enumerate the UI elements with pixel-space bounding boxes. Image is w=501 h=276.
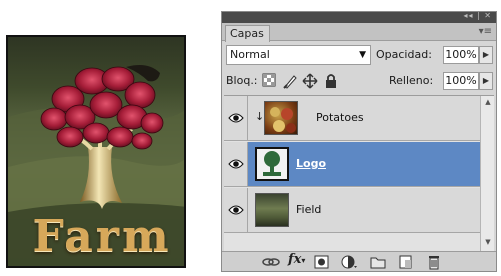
panel-menu-icon[interactable]: ▾≡	[479, 26, 492, 37]
fx-icon[interactable]: fx▾	[288, 252, 306, 268]
layer-logo[interactable]: Logo	[224, 142, 480, 187]
layer-thumbnail	[255, 147, 289, 181]
blend-mode-value: Normal	[230, 48, 270, 61]
trash-icon[interactable]	[426, 254, 444, 270]
link-icon[interactable]	[262, 254, 280, 270]
opacity-input[interactable]: 100%	[443, 46, 479, 64]
layers-panel: ◂◂ | ✕ Capas ▾≡ Normal ▼ Opacidad: 100% …	[221, 11, 497, 272]
layers-scrollbar[interactable]: ▲ ▼	[480, 96, 494, 252]
opacity-slider-button[interactable]: ▶	[479, 46, 493, 64]
visibility-toggle[interactable]	[224, 96, 248, 140]
layer-thumbnail	[264, 101, 298, 135]
fill-slider-button[interactable]: ▶	[479, 72, 493, 90]
lock-all-icon[interactable]	[324, 73, 340, 89]
panel-tab-row: Capas ▾≡	[222, 23, 496, 42]
layer-field[interactable]: Field	[224, 188, 480, 233]
layers-list: ↓ Potatoes Logo Field ▲ ▼	[224, 95, 494, 252]
eye-icon	[228, 205, 244, 215]
layer-name: Field	[296, 203, 322, 216]
fill-label: Relleno:	[389, 74, 434, 87]
visibility-toggle[interactable]	[224, 142, 248, 186]
collapse-close-icon[interactable]: ◂◂ | ✕	[463, 11, 492, 20]
mask-icon[interactable]	[314, 254, 332, 270]
layer-thumbnail	[255, 193, 289, 227]
layers-bottom-toolbar: fx▾	[222, 251, 496, 271]
farm-artwork: Farm	[6, 35, 186, 268]
blend-mode-select[interactable]: Normal ▼	[226, 45, 371, 65]
visibility-toggle[interactable]	[224, 188, 248, 232]
opacity-label: Opacidad:	[376, 48, 432, 61]
fill-input[interactable]: 100%	[443, 72, 479, 90]
new-layer-icon[interactable]	[398, 254, 416, 270]
tab-layers[interactable]: Capas	[225, 25, 270, 42]
eye-icon	[228, 159, 244, 169]
panel-titlebar: ◂◂ | ✕	[222, 11, 496, 23]
artwork-title: Farm	[32, 211, 172, 262]
lock-move-icon[interactable]	[302, 73, 318, 89]
lock-fill-row: Bloq.: Relleno: 100% ▶	[226, 70, 494, 92]
lock-transparency-icon[interactable]	[262, 73, 278, 89]
scroll-down-icon[interactable]: ▼	[481, 238, 495, 250]
scroll-up-icon[interactable]: ▲	[481, 98, 495, 110]
adjustment-icon[interactable]	[340, 254, 358, 270]
eye-icon	[228, 113, 244, 123]
layer-name: Potatoes	[316, 111, 364, 124]
clipping-mask-icon: ↓	[255, 110, 265, 123]
folder-icon[interactable]	[370, 254, 388, 270]
lock-label: Bloq.:	[226, 74, 258, 87]
layer-potatoes[interactable]: ↓ Potatoes	[224, 96, 480, 141]
lock-brush-icon[interactable]	[282, 73, 298, 89]
blend-opacity-row: Normal ▼ Opacidad: 100% ▶	[226, 45, 494, 65]
layer-name: Logo	[296, 157, 326, 170]
chevron-down-icon: ▼	[359, 50, 366, 60]
